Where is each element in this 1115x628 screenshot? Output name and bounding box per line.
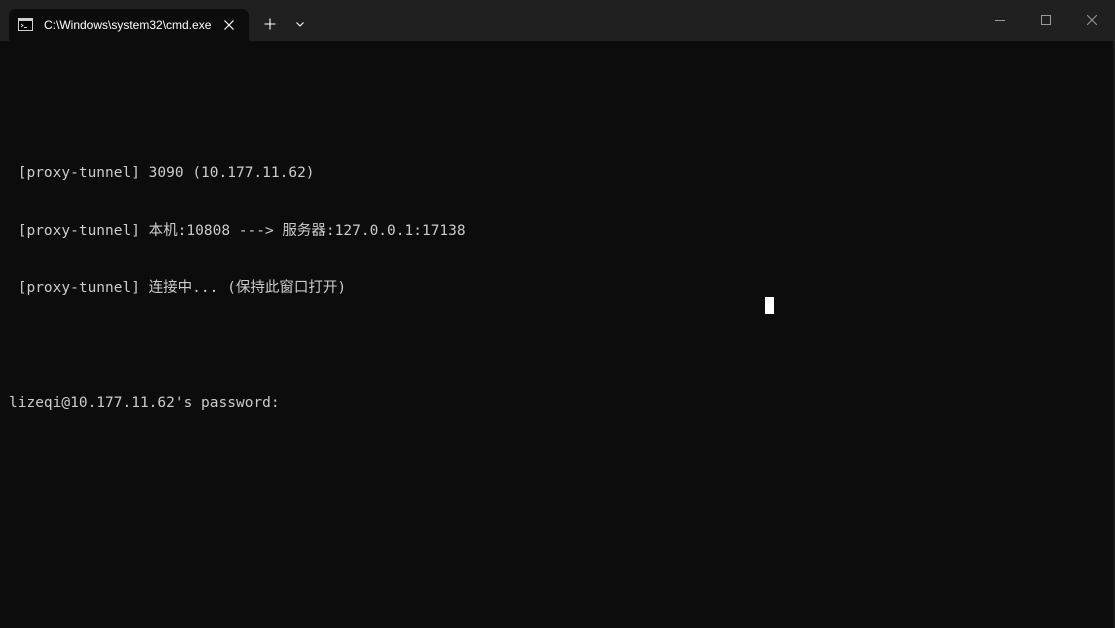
plus-icon[interactable]: [260, 14, 280, 34]
chevron-down-icon[interactable]: [290, 14, 310, 34]
terminal-window: C:\Windows\system32\cmd.exe [proxy-tunne…: [0, 0, 1115, 628]
close-button[interactable]: [1069, 0, 1115, 41]
close-icon: [1087, 15, 1097, 25]
maximize-icon: [1041, 15, 1051, 25]
tab-title: C:\Windows\system32\cmd.exe: [44, 18, 212, 32]
terminal-line: [proxy-tunnel] 连接中... (保持此窗口打开): [9, 280, 347, 297]
tab-close-icon[interactable]: [221, 17, 237, 33]
terminal-output[interactable]: [proxy-tunnel] 3090 (10.177.11.62) [prox…: [9, 68, 1109, 608]
title-bar[interactable]: C:\Windows\system32\cmd.exe: [0, 0, 1115, 41]
minimize-icon: [995, 20, 1005, 21]
terminal-line: [proxy-tunnel] 3090 (10.177.11.62): [9, 165, 315, 181]
text-cursor: [765, 297, 774, 314]
maximize-button[interactable]: [1023, 0, 1069, 41]
password-prompt: lizeqi@10.177.11.62's password:: [9, 395, 289, 412]
terminal-line: [proxy-tunnel] 本机:10808 ---> 服务器:127.0.0…: [9, 222, 466, 239]
minimize-button[interactable]: [977, 0, 1023, 41]
cmd-icon: [18, 18, 33, 31]
tab-cmd[interactable]: C:\Windows\system32\cmd.exe: [9, 9, 249, 41]
